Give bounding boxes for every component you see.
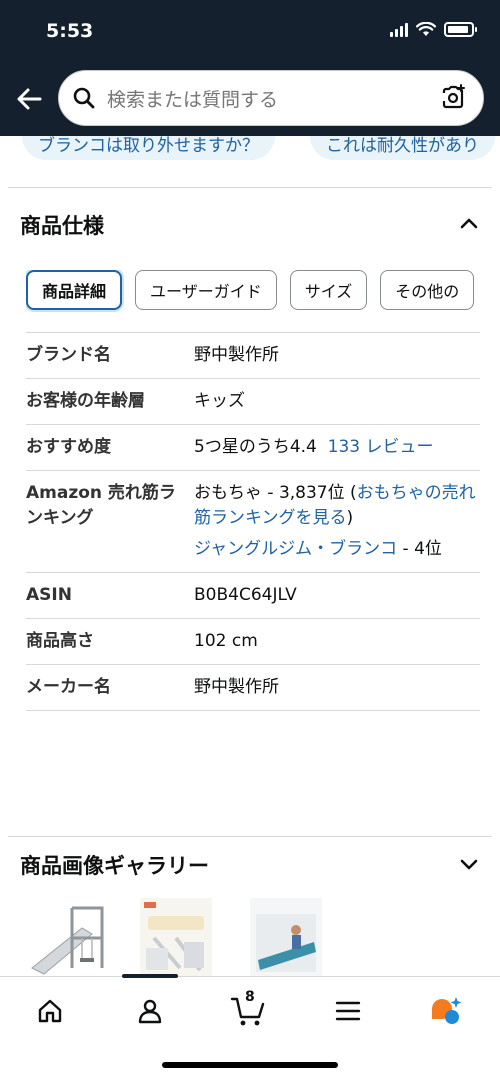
question-chip[interactable]: ブランコは取り外せますか？ [22, 136, 275, 160]
spec-value: 102 cm [194, 631, 258, 651]
account-icon [138, 999, 162, 1024]
spec-row-ranking: Amazon 売れ筋ランキング おもちゃ - 3,837位 (おもちゃの売れ筋ラ… [26, 470, 480, 572]
home-indicator[interactable] [162, 1062, 338, 1068]
nav-menu[interactable] [328, 991, 368, 1031]
spec-tabs: 商品詳細 ユーザーガイド サイズ その他の [26, 270, 480, 314]
spec-key: おすすめ度 [26, 437, 111, 457]
divider [8, 187, 492, 188]
gallery-thumbnail[interactable] [250, 898, 322, 976]
ranking-text: おもちゃ - 3,837位 ( [194, 483, 357, 503]
tab-user-guide[interactable]: ユーザーガイド [135, 270, 277, 310]
rating-text: 5つ星のうち4.4 [194, 437, 317, 457]
tab-product-details[interactable]: 商品詳細 [26, 270, 123, 310]
image-gallery [0, 898, 500, 976]
status-time: 5:53 [46, 20, 94, 42]
tab-size[interactable]: サイズ [289, 270, 368, 310]
spec-value: キッズ [194, 391, 245, 411]
menu-icon [335, 1001, 361, 1021]
spec-row-rating: おすすめ度 5つ星のうち4.4 133 レビュー [26, 424, 480, 470]
tab-other[interactable]: その他の [380, 270, 475, 310]
spec-key: ASIN [26, 585, 72, 605]
spec-key: Amazon 売れ筋ランキング [26, 483, 176, 528]
spec-table: ブランド名 野中製作所 お客様の年齢層 キッズ おすすめ度 5つ星のうち4.4 … [26, 332, 480, 711]
category-rank: - 4位 [397, 539, 442, 559]
battery-icon [444, 22, 477, 37]
spec-key: メーカー名 [26, 677, 111, 697]
spec-section-title[interactable]: 商品仕様 [20, 210, 104, 240]
question-chips: ブランコは取り外せますか？ これは耐久性があり [0, 136, 500, 166]
search-placeholder: 検索または質問する [107, 88, 279, 111]
search-icon [73, 87, 95, 109]
camera-search-icon[interactable] [439, 84, 467, 112]
search-input[interactable]: 検索または質問する [58, 70, 484, 126]
nav-home[interactable] [30, 991, 70, 1031]
question-chip[interactable]: これは耐久性があり [310, 136, 495, 160]
back-arrow-icon[interactable] [14, 84, 44, 114]
gallery-thumbnail[interactable] [22, 898, 122, 976]
category-ranking-link[interactable]: ジャングルジム・ブランコ [194, 539, 397, 559]
active-tab-indicator [122, 974, 178, 978]
ranking-suffix: ) [346, 508, 354, 528]
spec-value: 野中製作所 [194, 677, 279, 697]
chevron-up-icon[interactable] [458, 212, 480, 234]
gallery-section-title[interactable]: 商品画像ギャラリー [20, 850, 209, 880]
spec-key: ブランド名 [26, 345, 111, 365]
nav-cart[interactable]: 8 [228, 989, 268, 1031]
spec-row-height: 商品高さ 102 cm [26, 618, 480, 664]
rufus-icon [432, 997, 462, 1024]
spec-row-maker: メーカー名 野中製作所 [26, 664, 480, 711]
spec-key: 商品高さ [26, 631, 94, 651]
status-icons [390, 22, 477, 37]
cart-count-badge: 8 [245, 989, 255, 1005]
spec-row-asin: ASIN B0B4C64JLV [26, 572, 480, 618]
wifi-icon [416, 22, 436, 36]
spec-row-age: お客様の年齢層 キッズ [26, 378, 480, 424]
gallery-thumbnail[interactable] [140, 898, 212, 976]
top-header: 5:53 検索または質問する [0, 0, 500, 136]
divider [8, 836, 492, 837]
spec-value: おもちゃ - 3,837位 (おもちゃの売れ筋ランキングを見る) ジャングルジム… [194, 481, 480, 562]
nav-rufus[interactable] [426, 991, 466, 1031]
spec-value: B0B4C64JLV [194, 585, 297, 605]
review-count-link[interactable]: 133 レビュー [328, 437, 434, 457]
spec-value: 野中製作所 [194, 345, 279, 365]
cellular-signal-icon [390, 22, 408, 37]
home-icon [38, 999, 62, 1023]
spec-key: お客様の年齢層 [26, 391, 145, 411]
spec-row-brand: ブランド名 野中製作所 [26, 332, 480, 378]
chevron-down-icon[interactable] [458, 853, 480, 875]
spec-value: 5つ星のうち4.4 133 レビュー [194, 435, 480, 460]
nav-account[interactable] [130, 991, 170, 1031]
